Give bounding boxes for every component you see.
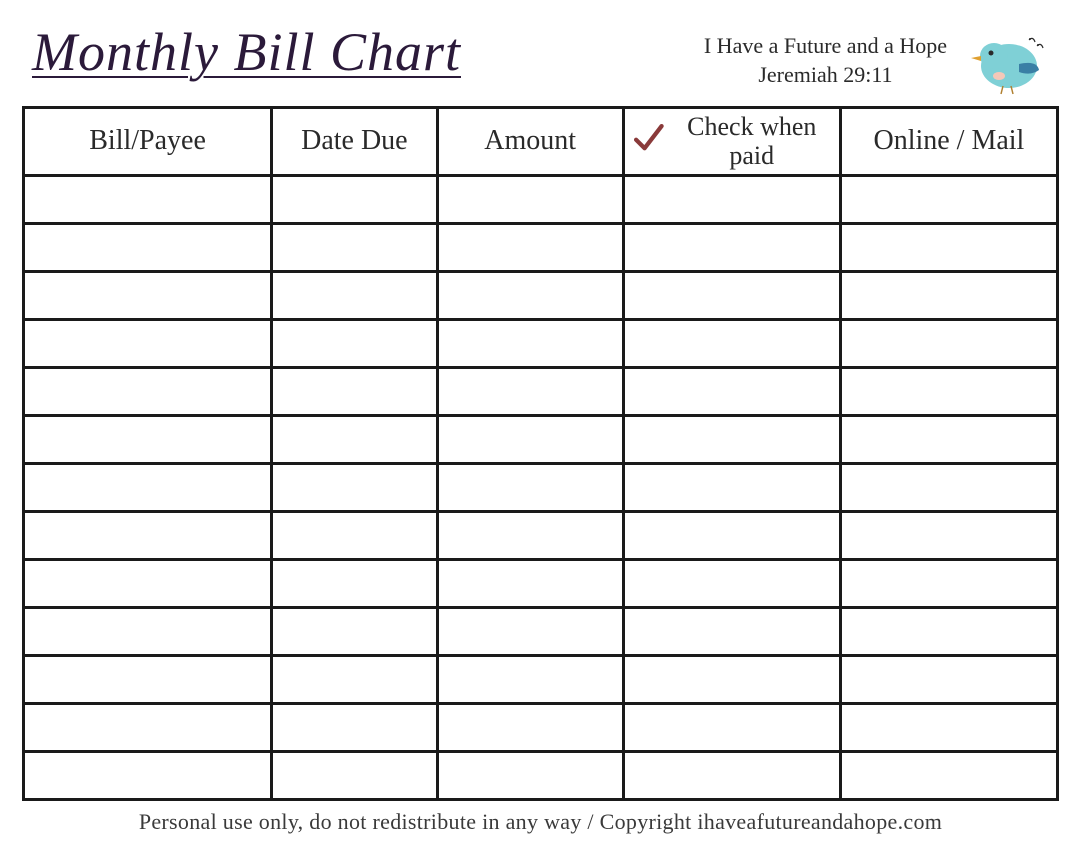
table-cell [623,560,840,608]
table-cell [24,368,272,416]
table-cell [272,608,437,656]
table-cell [24,416,272,464]
table-cell [437,560,623,608]
table-cell [437,224,623,272]
table-cell [437,752,623,800]
col-header-date-due: Date Due [272,108,437,176]
table-cell [272,560,437,608]
table-cell [437,176,623,224]
table-cell [437,656,623,704]
table-cell [623,464,840,512]
table-cell [437,608,623,656]
table-cell [24,464,272,512]
table-row [24,320,1058,368]
table-cell [24,656,272,704]
col-header-amount: Amount [437,108,623,176]
table-row [24,176,1058,224]
table-row [24,656,1058,704]
table-cell [24,320,272,368]
table-cell [437,704,623,752]
table-cell [623,416,840,464]
table-cell [840,656,1057,704]
document-header: Monthly Bill Chart I Have a Future and a… [22,20,1059,96]
table-row [24,224,1058,272]
col-header-check-paid: Check when paid [623,108,840,176]
table-cell [623,224,840,272]
col-header-payee: Bill/Payee [24,108,272,176]
table-cell [840,512,1057,560]
table-cell [840,416,1057,464]
table-cell [840,560,1057,608]
table-cell [24,704,272,752]
table-cell [24,272,272,320]
tagline: I Have a Future and a Hope Jeremiah 29:1… [704,32,947,89]
table-cell [24,176,272,224]
table-cell [840,464,1057,512]
table-cell [840,176,1057,224]
tagline-line-1: I Have a Future and a Hope [704,32,947,61]
table-row [24,416,1058,464]
checkmark-icon [631,121,665,163]
table-row [24,512,1058,560]
bill-table: Bill/Payee Date Due Amount Check when pa… [22,106,1059,801]
table-cell [24,512,272,560]
table-cell [840,752,1057,800]
table-cell [272,752,437,800]
table-cell [623,608,840,656]
table-cell [272,368,437,416]
table-cell [437,272,623,320]
table-row [24,752,1058,800]
table-cell [24,608,272,656]
table-cell [623,176,840,224]
table-cell [840,368,1057,416]
table-cell [840,608,1057,656]
table-row [24,560,1058,608]
table-row [24,608,1058,656]
table-cell [24,224,272,272]
header-right: I Have a Future and a Hope Jeremiah 29:1… [704,26,1049,96]
document-title: Monthly Bill Chart [32,20,461,85]
table-cell [272,176,437,224]
table-cell [272,464,437,512]
bird-icon [959,26,1049,96]
table-row [24,368,1058,416]
table-cell [272,416,437,464]
table-cell [437,464,623,512]
footer-text: Personal use only, do not redistribute i… [22,809,1059,835]
table-cell [840,224,1057,272]
table-cell [24,560,272,608]
table-cell [623,704,840,752]
table-cell [623,752,840,800]
table-row [24,704,1058,752]
table-row [24,272,1058,320]
table-cell [623,272,840,320]
table-cell [437,368,623,416]
table-row [24,464,1058,512]
table-cell [623,320,840,368]
table-cell [272,656,437,704]
table-cell [272,272,437,320]
table-cell [272,320,437,368]
table-cell [840,272,1057,320]
table-cell [623,656,840,704]
tagline-line-2: Jeremiah 29:11 [704,61,947,90]
table-cell [437,320,623,368]
table-cell [437,512,623,560]
table-cell [840,320,1057,368]
table-cell [623,368,840,416]
col-header-online-mail: Online / Mail [840,108,1057,176]
table-header-row: Bill/Payee Date Due Amount Check when pa… [24,108,1058,176]
table-cell [840,704,1057,752]
table-body [24,176,1058,800]
table-cell [272,224,437,272]
table-cell [623,512,840,560]
col-header-check-text: Check when paid [671,113,833,170]
table-cell [24,752,272,800]
table-cell [272,704,437,752]
table-cell [272,512,437,560]
table-cell [437,416,623,464]
